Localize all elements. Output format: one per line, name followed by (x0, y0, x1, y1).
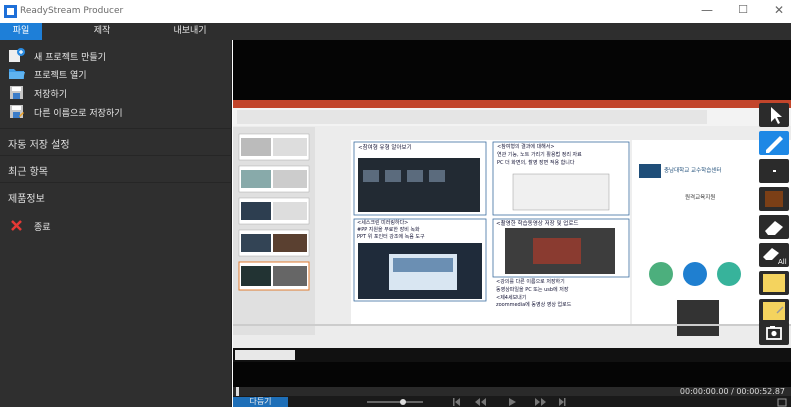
minimize-icon[interactable]: — (692, 3, 722, 17)
save-icon (10, 86, 23, 99)
autosave-settings-item[interactable]: 자동 저장 설정 (0, 128, 232, 155)
open-project-label: 프로젝트 열기 (34, 71, 87, 81)
trim-button[interactable]: 다듬기 (233, 397, 288, 407)
slide-box4-title: <촬영한 학습동영상 저장 및 업로드 (496, 221, 579, 227)
tab-file[interactable]: 파일 (0, 23, 42, 40)
screen-capture-preview: <참여형 유형 알아보기 <참여형의 결과에 대해서> 연관 기능, 노트 가리… (233, 100, 791, 362)
screen-capture-drawing (233, 100, 791, 362)
eraser-icon[interactable] (759, 215, 789, 239)
slide-box3-line1: <세스크린 미러링하다> (357, 220, 409, 226)
slide-box5-line4: zoommedia에 동영상 영상 업로드 (496, 302, 572, 308)
tab-production[interactable]: 제작 (86, 23, 118, 40)
new-project-item[interactable]: 새 프로젝트 만들기 (0, 47, 232, 65)
yellow-note-icon[interactable] (759, 299, 789, 323)
timecode: 00:00:00.00 / 00:00:52.87 (679, 387, 785, 396)
product-info-label: 제품정보 (8, 194, 45, 205)
slide-box5-line1: <강의를 다른 이름으로 저장하기 (496, 279, 565, 285)
slide-box3-line2: #PP 지원을 무료한 장비 녹화 (357, 227, 420, 233)
preview-stage: <참여형 유형 알아보기 <참여형의 결과에 대해서> 연관 기능, 노트 가리… (233, 40, 791, 387)
product-info-item[interactable]: 제품정보 (0, 182, 232, 209)
slide-heading: 원격교육지원 (685, 195, 716, 201)
autosave-settings-label: 자동 저장 설정 (8, 140, 70, 151)
eraser-all-icon[interactable]: All (759, 243, 789, 267)
slide-box2-line2: 연관 기능, 노트 가리기 활용법 정리 자료 (497, 152, 582, 158)
fullscreen-icon[interactable] (777, 398, 787, 407)
maximize-icon[interactable]: ☐ (728, 3, 758, 16)
slide-box2-line1: <참여형의 결과에 대해서> (497, 144, 555, 150)
slide-box2-line3: PC 더 화면의, 촬영 장면 적용 합니다 (497, 160, 575, 166)
slide-box5-line2: 동영상파일을 PC 또는 usb에 저장 (496, 287, 569, 293)
slide-box5-line3: <제4세보내기 (496, 295, 527, 301)
tab-export[interactable]: 내보내기 (165, 23, 215, 40)
new-project-icon (9, 48, 25, 62)
new-project-label: 새 프로젝트 만들기 (34, 53, 106, 63)
open-project-item[interactable]: 프로젝트 열기 (0, 65, 232, 83)
slide-box3-line3: PPT 위 포인터 강조에 녹음 도구 (357, 234, 425, 240)
pen-icon[interactable] (759, 131, 789, 155)
save-as-item[interactable]: 다른 이름으로 저장하기 (0, 103, 232, 121)
yellow-color-swatch[interactable] (759, 271, 789, 295)
dot-icon[interactable] (759, 159, 789, 183)
playback-controls (367, 398, 566, 406)
save-label: 저장하기 (34, 90, 68, 100)
pointer-icon[interactable] (759, 103, 789, 127)
exit-label: 종료 (34, 223, 51, 233)
folder-open-icon (9, 69, 25, 79)
annotation-toolbar: All (757, 103, 791, 345)
seek-bar[interactable]: 00:00:00.00 / 00:00:52.87 (233, 387, 791, 396)
slide-box1-title: <참여형 유형 알아보기 (358, 145, 412, 151)
window-title: ReadyStream Producer (20, 6, 124, 16)
slide-brand: 충남대학교 교수학습센터 (664, 168, 722, 174)
camera-icon[interactable] (759, 321, 789, 345)
file-sidebar: 새 프로젝트 만들기 프로젝트 열기 저장하기 다른 이름으로 저장하기 자동 … (0, 40, 232, 407)
save-as-label: 다른 이름으로 저장하기 (34, 109, 123, 119)
title-bar: ReadyStream Producer — ☐ ✕ (0, 0, 791, 23)
svg-text:All: All (778, 258, 787, 266)
app-logo-icon (4, 5, 17, 18)
seek-handle[interactable] (236, 387, 239, 396)
menu-bar: 파일 제작 내보내기 (0, 23, 791, 40)
save-item[interactable]: 저장하기 (0, 84, 232, 102)
brown-color-swatch[interactable] (759, 187, 789, 211)
save-as-icon (10, 105, 24, 118)
exit-icon (11, 220, 22, 231)
recent-items-label: 최근 항목 (8, 167, 48, 178)
exit-item[interactable]: 종료 (0, 217, 232, 235)
player-bar: 00:00:00.00 / 00:00:52.87 다듬기 (233, 387, 791, 407)
recent-items-item[interactable]: 최근 항목 (0, 155, 232, 182)
close-icon[interactable]: ✕ (764, 3, 791, 17)
